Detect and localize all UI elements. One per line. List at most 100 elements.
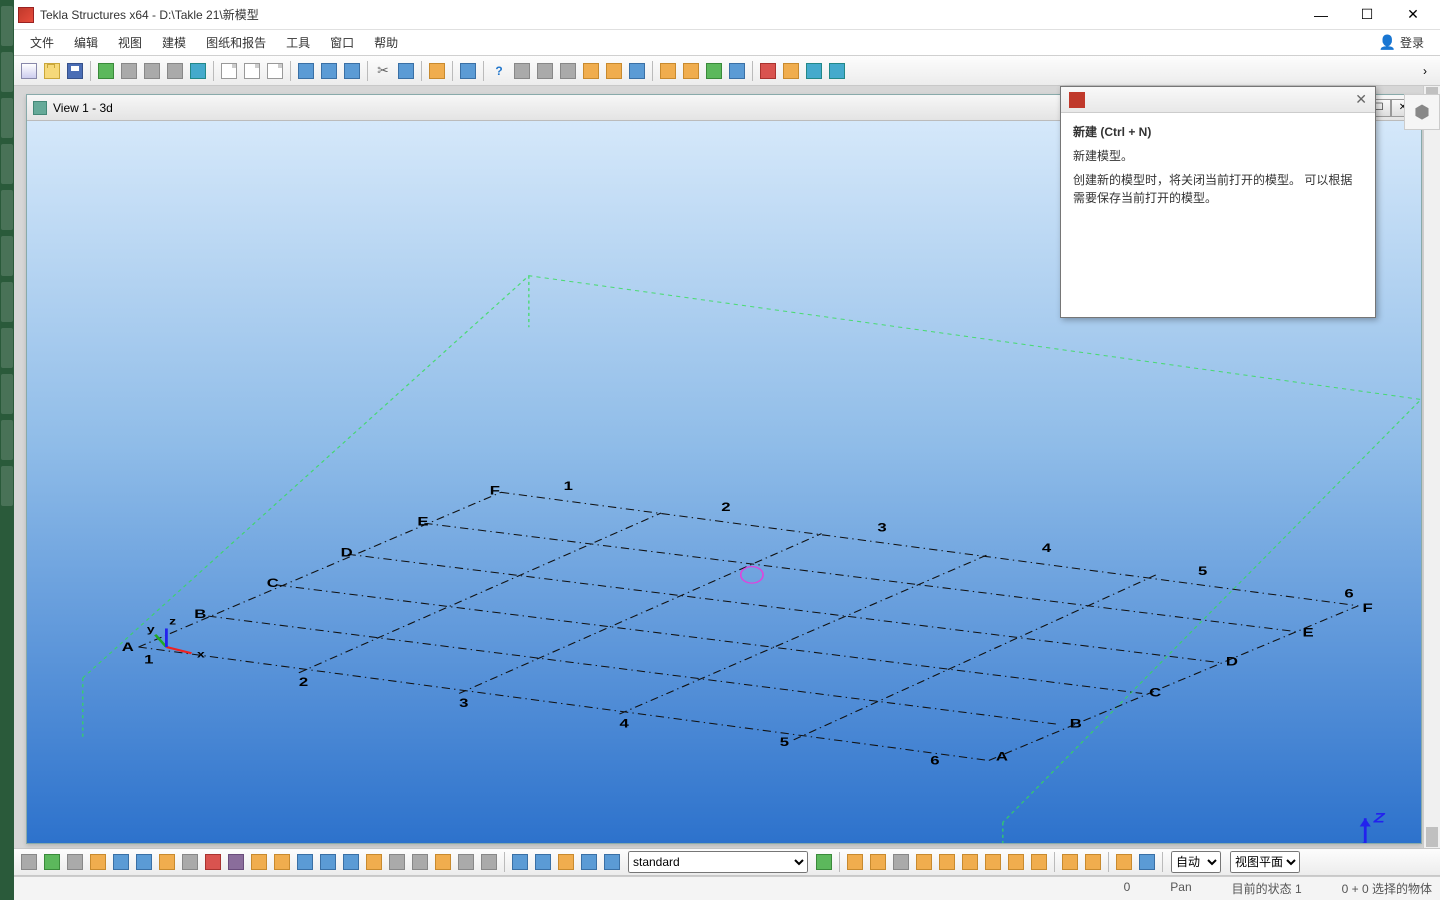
lasso-button[interactable] xyxy=(395,60,417,82)
scrollbar-vertical[interactable] xyxy=(1423,86,1440,848)
sel4-button[interactable] xyxy=(87,851,109,873)
maximize-button[interactable]: ☐ xyxy=(1344,1,1390,29)
menu-file[interactable]: 文件 xyxy=(20,30,64,55)
cut-button[interactable]: ✂ xyxy=(372,60,394,82)
filter-dropdown[interactable]: standard xyxy=(628,851,808,873)
link2-button[interactable] xyxy=(141,60,163,82)
sel1-button[interactable] xyxy=(18,851,40,873)
mgr-button[interactable] xyxy=(826,60,848,82)
sel8-button[interactable] xyxy=(179,851,201,873)
sel2-button[interactable] xyxy=(41,851,63,873)
dim2-button[interactable] xyxy=(580,60,602,82)
menu-tools[interactable]: 工具 xyxy=(276,30,320,55)
snap2-button[interactable] xyxy=(532,851,554,873)
macro-icon xyxy=(729,63,745,79)
sn3-button[interactable] xyxy=(890,851,912,873)
login-button[interactable]: 👤 登录 xyxy=(1369,30,1434,55)
tooltip-close-button[interactable]: ✕ xyxy=(1355,91,1367,108)
svg-text:D: D xyxy=(1226,656,1238,669)
snap1-button[interactable] xyxy=(509,851,531,873)
help-button[interactable]: ? xyxy=(488,60,510,82)
menu-view[interactable]: 视图 xyxy=(108,30,152,55)
sn7-button[interactable] xyxy=(982,851,1004,873)
snap4-button[interactable] xyxy=(578,851,600,873)
wireframe-button[interactable] xyxy=(187,60,209,82)
dim1-button[interactable] xyxy=(557,60,579,82)
menubar: 文件 编辑 视图 建模 图纸和报告 工具 窗口 帮助 👤 登录 xyxy=(14,30,1440,56)
macro1-button[interactable] xyxy=(703,60,725,82)
page3-button[interactable] xyxy=(264,60,286,82)
sel9-button[interactable] xyxy=(202,851,224,873)
cloud-button[interactable] xyxy=(164,60,186,82)
win3-button[interactable] xyxy=(341,60,363,82)
snap5-button[interactable] xyxy=(601,851,623,873)
sel20-button[interactable] xyxy=(455,851,477,873)
sel12-button[interactable] xyxy=(271,851,293,873)
sel7-button[interactable] xyxy=(156,851,178,873)
sel6-button[interactable] xyxy=(133,851,155,873)
new-icon xyxy=(21,63,37,79)
menu-edit[interactable]: 编辑 xyxy=(64,30,108,55)
page1-button[interactable] xyxy=(218,60,240,82)
win2-button[interactable] xyxy=(318,60,340,82)
sn1-button[interactable] xyxy=(844,851,866,873)
open-icon xyxy=(44,63,60,79)
snap3-button[interactable] xyxy=(555,851,577,873)
clipboard-button[interactable] xyxy=(426,60,448,82)
grid1-button[interactable] xyxy=(511,60,533,82)
menu-drawings[interactable]: 图纸和报告 xyxy=(196,30,276,55)
sel11-button[interactable] xyxy=(248,851,270,873)
open-button[interactable] xyxy=(41,60,63,82)
sn11-button[interactable] xyxy=(1082,851,1104,873)
overflow-button[interactable]: › xyxy=(1414,60,1436,82)
sn13-button[interactable] xyxy=(1136,851,1158,873)
sel16-button[interactable] xyxy=(363,851,385,873)
sel19-button[interactable] xyxy=(432,851,454,873)
user-button[interactable] xyxy=(780,60,802,82)
save-button[interactable] xyxy=(64,60,86,82)
menu-help[interactable]: 帮助 xyxy=(364,30,408,55)
red1-button[interactable] xyxy=(757,60,779,82)
close-button[interactable]: ✕ xyxy=(1390,1,1436,29)
sel5-button[interactable] xyxy=(110,851,132,873)
mode-dropdown[interactable]: 自动 xyxy=(1171,851,1221,873)
find-button[interactable] xyxy=(803,60,825,82)
macro2-button[interactable] xyxy=(726,60,748,82)
paste-button[interactable] xyxy=(680,60,702,82)
dim3-button[interactable] xyxy=(603,60,625,82)
sel14-button[interactable] xyxy=(317,851,339,873)
sn5-button[interactable] xyxy=(936,851,958,873)
minimize-button[interactable]: — xyxy=(1298,1,1344,29)
dim-icon xyxy=(583,63,599,79)
sel3-button[interactable] xyxy=(64,851,86,873)
sel13-button[interactable] xyxy=(294,851,316,873)
page2-button[interactable] xyxy=(241,60,263,82)
link1-button[interactable] xyxy=(118,60,140,82)
sn2-button[interactable] xyxy=(867,851,889,873)
sn6-button[interactable] xyxy=(959,851,981,873)
sel18-button[interactable] xyxy=(409,851,431,873)
dim4-button[interactable] xyxy=(626,60,648,82)
win1-button[interactable] xyxy=(295,60,317,82)
sn4-button[interactable] xyxy=(913,851,935,873)
sn10-button[interactable] xyxy=(1059,851,1081,873)
sel15-button[interactable] xyxy=(340,851,362,873)
grid2-button[interactable] xyxy=(534,60,556,82)
sn12-button[interactable] xyxy=(1113,851,1135,873)
menu-model[interactable]: 建模 xyxy=(152,30,196,55)
sn9-button[interactable] xyxy=(1028,851,1050,873)
sel17-button[interactable] xyxy=(386,851,408,873)
component-catalog-button[interactable]: ⬢ xyxy=(1404,94,1440,130)
sel10-button[interactable] xyxy=(225,851,247,873)
sel21-button[interactable] xyxy=(478,851,500,873)
apply-filter-button[interactable] xyxy=(813,851,835,873)
plane-dropdown[interactable]: 视图平面 xyxy=(1230,851,1300,873)
copy-button[interactable] xyxy=(657,60,679,82)
share-button[interactable] xyxy=(95,60,117,82)
new-button[interactable] xyxy=(18,60,40,82)
sn8-button[interactable] xyxy=(1005,851,1027,873)
scroll-down-button[interactable] xyxy=(1426,827,1438,847)
pointer-button[interactable] xyxy=(457,60,479,82)
menu-window[interactable]: 窗口 xyxy=(320,30,364,55)
svg-text:x: x xyxy=(197,648,205,660)
